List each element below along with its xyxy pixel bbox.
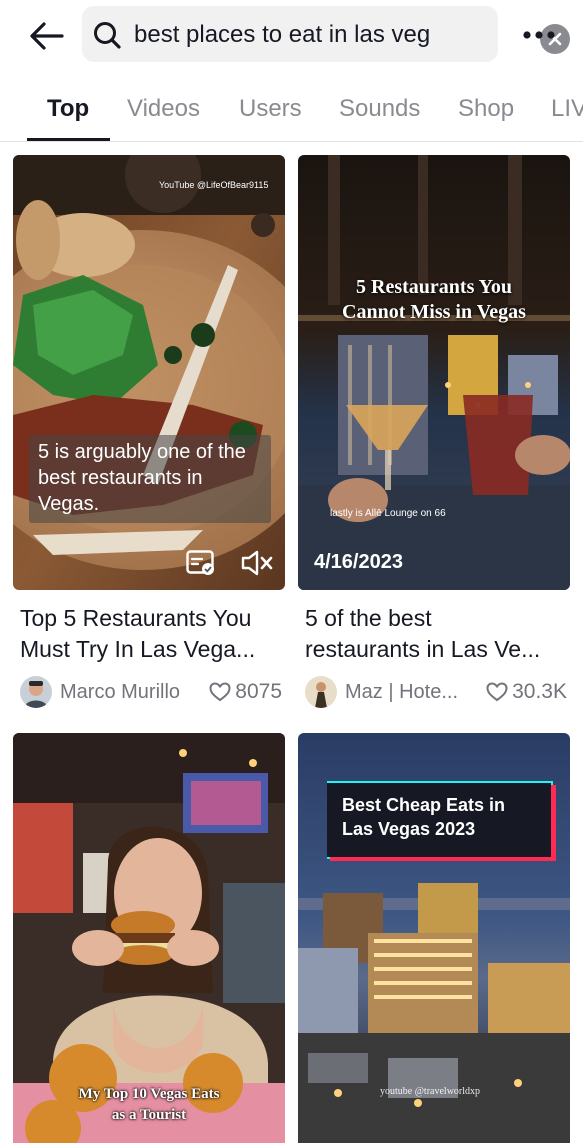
headline-line: Cannot Miss in Vegas [342, 301, 526, 323]
video-thumbnail[interactable]: YouTube @LifeOfBear9115 5 is arguably on… [13, 155, 285, 590]
video-watermark: YouTube @LifeOfBear9115 [159, 180, 269, 190]
headline-line: Las Vegas 2023 [342, 819, 476, 839]
like-count-value: 30.3K [512, 680, 567, 703]
video-title-line: restaurants in Las Ve... [305, 636, 541, 662]
like-count: 8075 [209, 680, 282, 704]
tab-shop[interactable]: Shop [458, 94, 514, 124]
header: best places to eat in las veg [0, 0, 583, 70]
video-title-line: 5 of the best [305, 605, 432, 631]
headline-line: as a Tourist [111, 1107, 187, 1123]
tab-top[interactable]: Top [47, 94, 89, 124]
active-tab-indicator [27, 138, 110, 141]
avatar-image [20, 676, 52, 708]
video-headline: 5 Restaurants You Cannot Miss in Vegas [298, 275, 570, 325]
tab-videos[interactable]: Videos [127, 94, 200, 124]
video-title[interactable]: 5 of the best restaurants in Las Ve... [305, 603, 567, 665]
heart-icon [486, 682, 508, 702]
search-tabs: Top Videos Users Sounds Shop LIV [0, 70, 583, 142]
video-headline: Best Cheap Eats in Las Vegas 2023 [342, 793, 505, 841]
back-arrow-icon [30, 22, 64, 50]
video-caption: lastly is Allē Lounge on 66 [330, 508, 446, 519]
food-photo [13, 155, 285, 590]
avatar[interactable] [20, 676, 52, 708]
video-thumbnail[interactable]: 5 Restaurants You Cannot Miss in Vegas l… [298, 155, 570, 590]
mute-icon[interactable] [240, 549, 274, 577]
video-headline: My Top 10 Vegas Eats as a Tourist [13, 1084, 285, 1126]
more-options-button[interactable] [516, 18, 562, 52]
tab-users[interactable]: Users [239, 94, 302, 124]
video-date: 4/16/2023 [314, 551, 403, 573]
search-input[interactable]: best places to eat in las veg [134, 20, 450, 50]
more-icon [523, 31, 555, 39]
video-title[interactable]: Top 5 Restaurants You Must Try In Las Ve… [20, 603, 282, 665]
video-caption: 5 is arguably one of the best restaurant… [38, 441, 246, 515]
search-icon [94, 22, 121, 49]
video-watermark: youtube @travelworldxp [380, 1086, 481, 1097]
back-button[interactable] [24, 16, 68, 56]
video-title-line: Must Try In Las Vega... [20, 636, 256, 662]
cityscape-photo [298, 155, 570, 590]
author-name[interactable]: Marco Murillo [60, 680, 180, 704]
video-thumbnail[interactable]: My Top 10 Vegas Eats as a Tourist [13, 733, 285, 1143]
video-title-line: Top 5 Restaurants You [20, 605, 252, 631]
video-meta: Maz | Hote... 30.3K [305, 675, 567, 709]
captions-icon[interactable] [186, 550, 216, 576]
author-name[interactable]: Maz | Hote... [345, 680, 458, 704]
burger-photo [13, 733, 285, 1143]
heart-icon [209, 682, 231, 702]
like-count-value: 8075 [235, 680, 282, 703]
video-thumbnail[interactable]: Best Cheap Eats in Las Vegas 2023 youtub… [298, 733, 570, 1143]
headline-line: My Top 10 Vegas Eats [78, 1086, 220, 1102]
like-count: 30.3K [486, 680, 567, 704]
search-bar[interactable]: best places to eat in las veg [82, 6, 570, 62]
tab-sounds[interactable]: Sounds [339, 94, 420, 124]
video-meta: Marco Murillo 8075 [20, 675, 282, 709]
headline-line: 5 Restaurants You [356, 276, 512, 298]
avatar-image [305, 676, 337, 708]
tab-live[interactable]: LIV [551, 94, 583, 124]
headline-line: Best Cheap Eats in [342, 795, 506, 815]
avatar[interactable] [305, 676, 337, 708]
